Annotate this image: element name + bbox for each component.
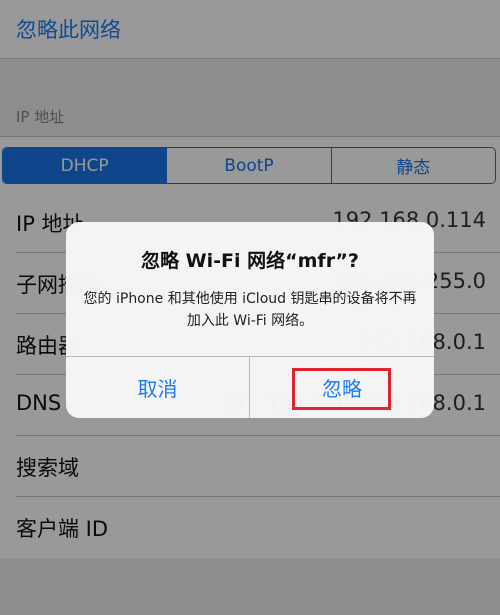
alert-message: 您的 iPhone 和其他使用 iCloud 钥匙串的设备将不再加入此 Wi-F… [83, 291, 417, 329]
alert-title: 忽略 Wi-Fi 网络“mfr”? [141, 250, 359, 272]
cancel-button[interactable]: 取消 [66, 357, 249, 418]
forget-button-highlight [292, 368, 391, 410]
